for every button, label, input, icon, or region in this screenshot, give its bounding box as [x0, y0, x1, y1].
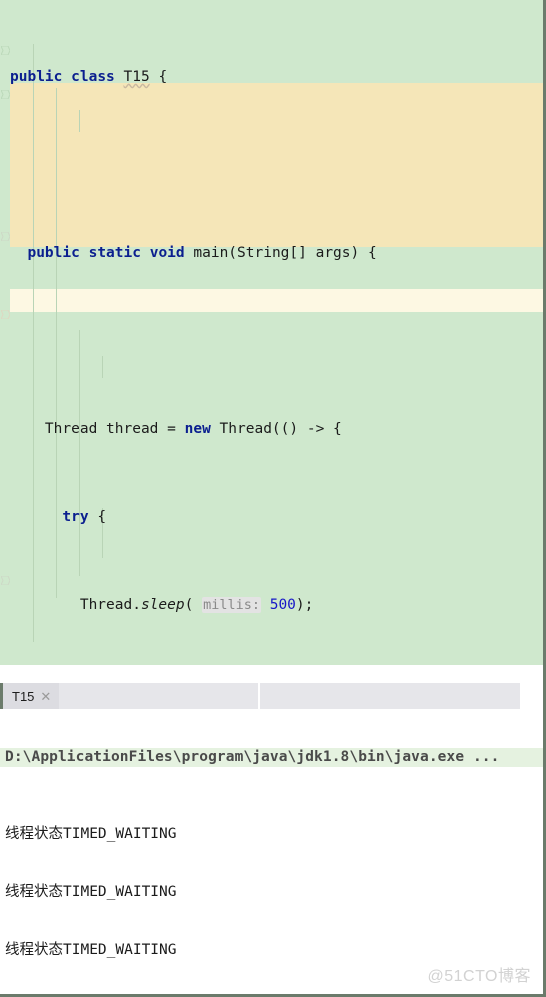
output-label: 线程状态: [5, 825, 63, 842]
main-signature: main(String[] args) {: [193, 245, 377, 261]
code-line-5[interactable]: Thread thread = new Thread(() -> {: [0, 418, 543, 440]
code-lines[interactable]: public class T15 { public static void ma…: [0, 0, 543, 665]
sleep-value-500: 500: [269, 597, 296, 613]
fold-arrow-icon[interactable]: [1, 310, 10, 319]
fold-arrow-icon[interactable]: [1, 90, 10, 99]
code-line-4[interactable]: [0, 330, 543, 352]
code-line-1[interactable]: public class T15 {: [0, 66, 543, 88]
keyword-new: new: [184, 421, 211, 437]
code-line-2[interactable]: [0, 154, 543, 176]
keyword-try: try: [62, 509, 89, 525]
keyword-public: public: [10, 69, 63, 85]
keyword-class: class: [71, 69, 115, 85]
fold-arrow-icon[interactable]: [1, 232, 10, 241]
output-state: TIMED_WAITING: [63, 825, 177, 842]
console-command-line: D:\ApplicationFiles\program\java\jdk1.8\…: [0, 747, 543, 767]
fold-arrow-icon[interactable]: [1, 46, 10, 55]
code-line-7[interactable]: Thread.sleep( millis: 500);: [0, 594, 543, 616]
paren-close: );: [295, 597, 314, 613]
code-line-6[interactable]: try {: [0, 506, 543, 528]
output-label: 线程状态: [5, 883, 63, 900]
console-output-line: 线程状态TIMED_WAITING: [0, 941, 543, 960]
console-tab-label: T15: [12, 688, 35, 704]
sleep-method: sleep: [140, 597, 185, 613]
output-state: TIMED_WAITING: [63, 883, 177, 900]
console-tab-t15[interactable]: T15 ✕: [3, 683, 60, 709]
thread-constructor: Thread(() -> {: [219, 421, 342, 437]
output-label: 线程状态: [5, 941, 63, 958]
fold-arrow-icon[interactable]: [1, 576, 10, 585]
console-tab-bar[interactable]: T15 ✕: [0, 683, 520, 709]
class-name: T15: [123, 69, 150, 85]
keyword-void: void: [149, 245, 185, 261]
console-output-line: 线程状态TIMED_WAITING: [0, 825, 543, 844]
tab-divider: [258, 683, 260, 709]
brace: {: [158, 69, 168, 85]
run-console-panel[interactable]: T15 ✕ D:\ApplicationFiles\program\java\j…: [0, 665, 546, 997]
close-icon[interactable]: ✕: [40, 690, 51, 703]
param-hint-millis: millis:: [202, 597, 261, 613]
code-editor[interactable]: public class T15 { public static void ma…: [0, 0, 546, 665]
output-state: TIMED_WAITING: [63, 941, 177, 958]
console-output-line: 线程状态TIMED_WAITING: [0, 883, 543, 902]
thread-qualifier: Thread.: [79, 597, 141, 613]
thread-declaration: Thread thread =: [44, 421, 185, 437]
keyword-static: static: [88, 245, 141, 261]
console-output[interactable]: D:\ApplicationFiles\program\java\jdk1.8\…: [0, 709, 543, 994]
code-line-3[interactable]: public static void main(String[] args) {: [0, 242, 543, 264]
watermark: @51CTO博客: [427, 968, 531, 985]
keyword-public: public: [27, 245, 80, 261]
ide-screenshot: public class T15 { public static void ma…: [0, 0, 546, 997]
fold-gutter[interactable]: [0, 0, 10, 665]
brace: {: [97, 509, 107, 525]
